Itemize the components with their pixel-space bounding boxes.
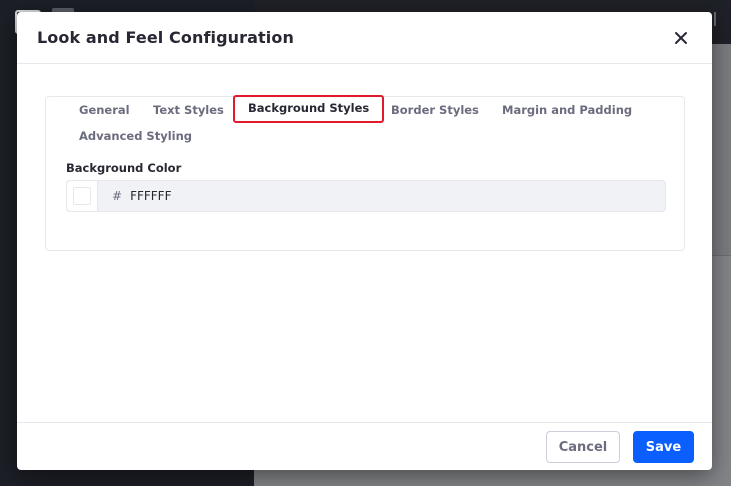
look-and-feel-modal: Look and Feel Configuration General Text… bbox=[17, 12, 712, 470]
close-button[interactable] bbox=[666, 24, 696, 52]
hex-prefix: # bbox=[112, 189, 123, 203]
hex-color-input[interactable]: FFFFFF bbox=[130, 181, 171, 211]
modal-footer: Cancel Save bbox=[17, 422, 712, 470]
tab-advanced-styling[interactable]: Advanced Styling bbox=[66, 123, 205, 149]
tab-general[interactable]: General bbox=[66, 97, 143, 123]
style-tabs: General Text Styles Background Styles Bo… bbox=[46, 95, 686, 152]
cancel-button[interactable]: Cancel bbox=[546, 431, 620, 463]
background-color-field: # FFFFFF bbox=[66, 180, 666, 212]
tab-border-styles[interactable]: Border Styles bbox=[378, 97, 492, 123]
color-swatch-button[interactable] bbox=[67, 181, 98, 211]
save-button[interactable]: Save bbox=[633, 431, 694, 463]
tab-text-styles[interactable]: Text Styles bbox=[140, 97, 237, 123]
background-color-label: Background Color bbox=[66, 161, 182, 175]
modal-title: Look and Feel Configuration bbox=[37, 28, 294, 47]
tab-background-styles[interactable]: Background Styles bbox=[233, 95, 385, 123]
tab-margin-and-padding[interactable]: Margin and Padding bbox=[489, 97, 645, 123]
close-icon bbox=[675, 32, 687, 44]
color-swatch bbox=[73, 187, 91, 205]
style-panel: General Text Styles Background Styles Bo… bbox=[45, 95, 686, 251]
modal-header: Look and Feel Configuration bbox=[17, 12, 712, 64]
